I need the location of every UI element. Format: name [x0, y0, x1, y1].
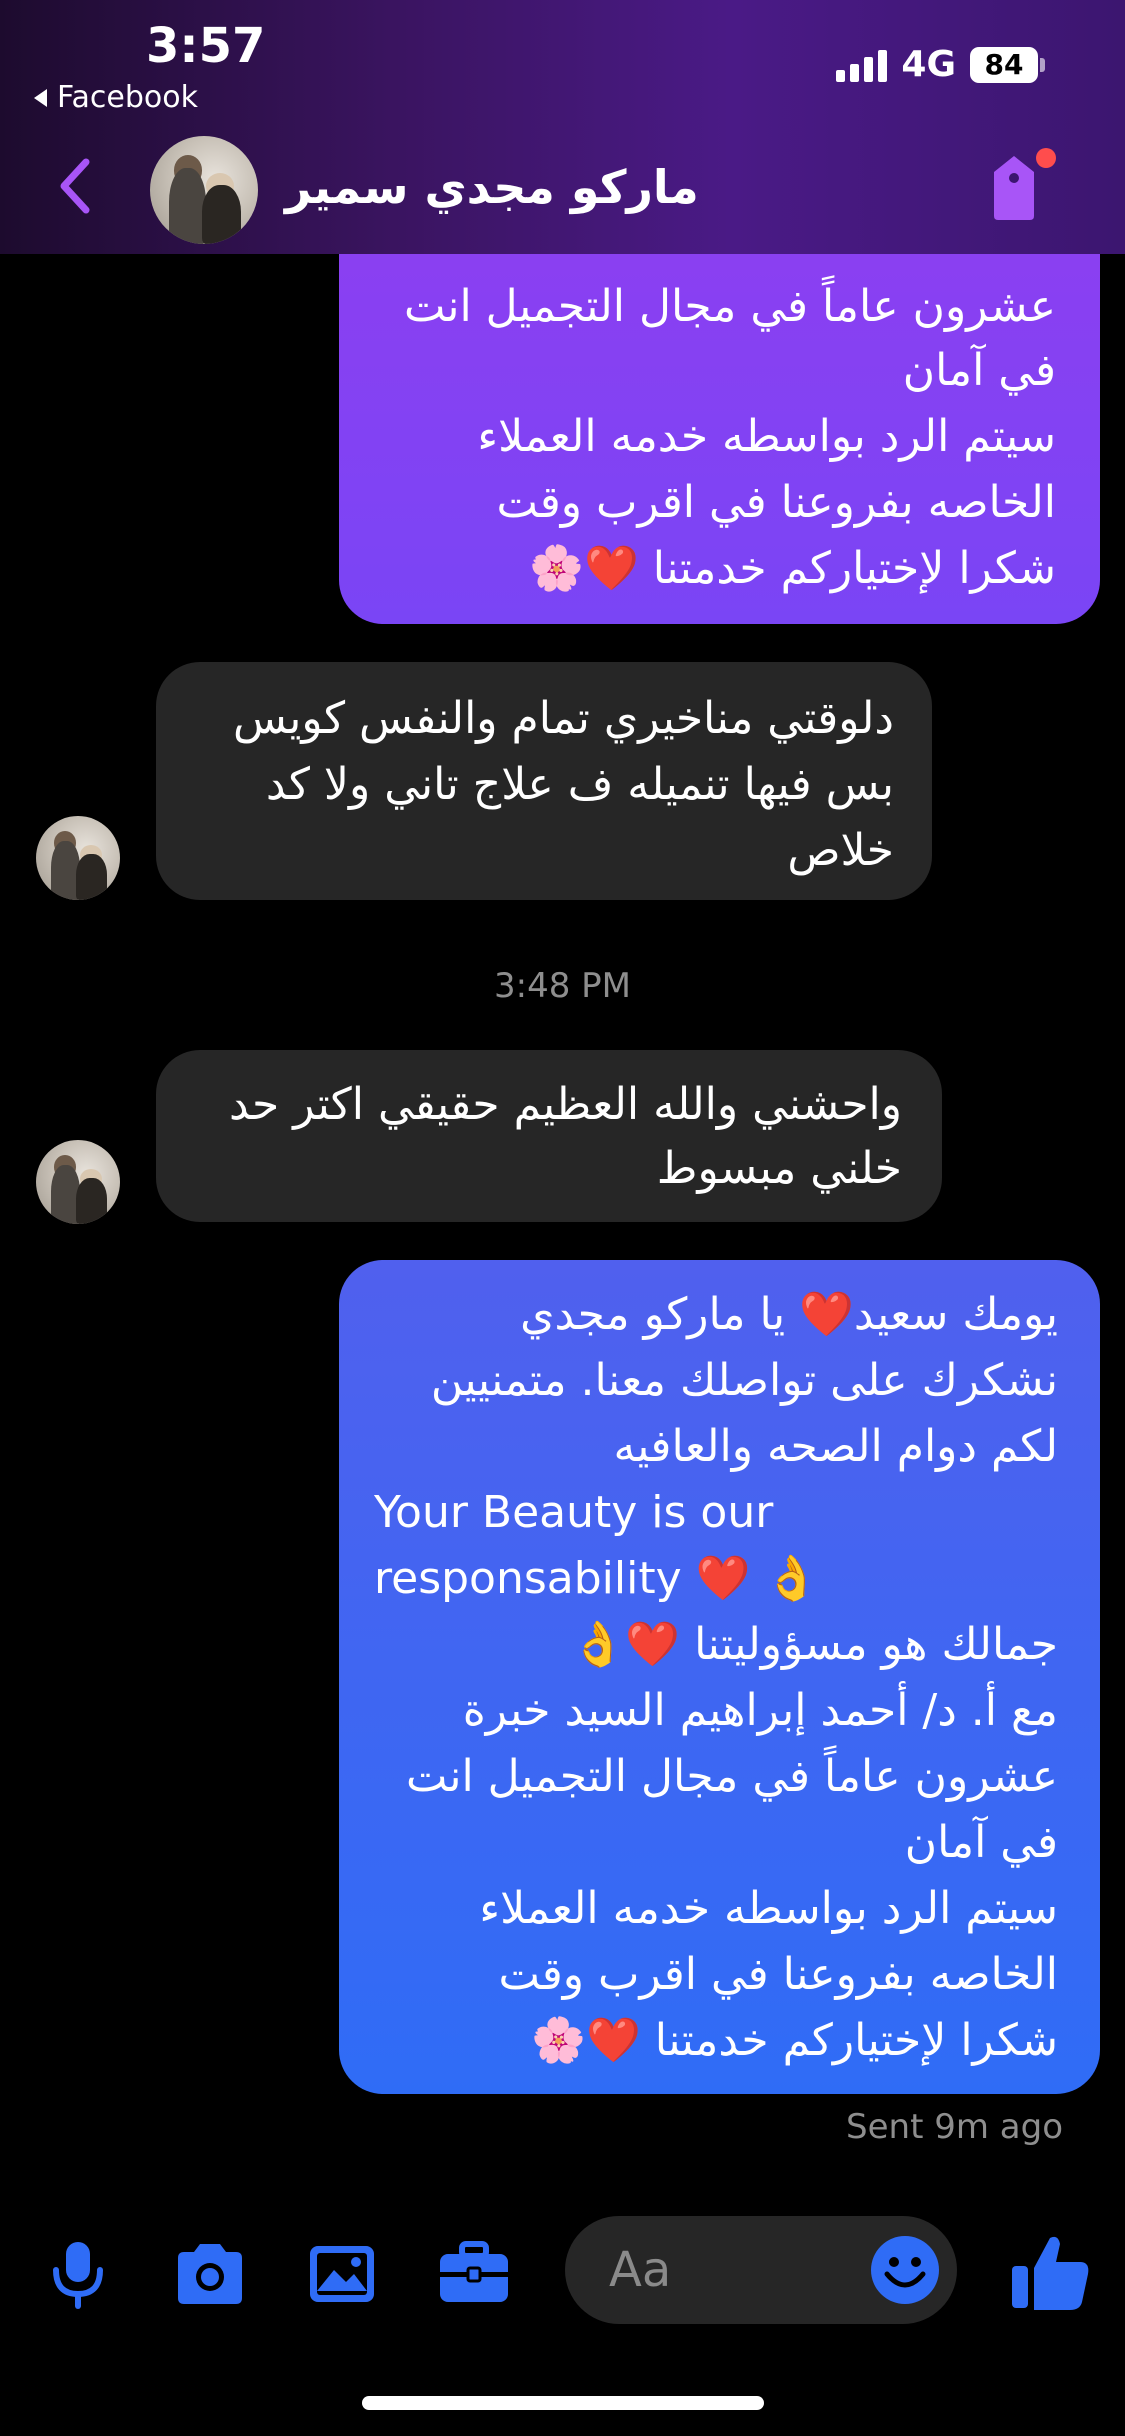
battery-level: 84: [970, 46, 1038, 83]
message-input-placeholder: Aa: [609, 2242, 672, 2298]
message-line: سيتم الرد بواسطه خدمه العملاء: [479, 1883, 1058, 1934]
message-line: في آمان: [904, 1817, 1058, 1868]
message-line: بس فيها تنميله ف علاج تاني ولا كد: [265, 759, 894, 810]
message-line: responsability ❤️ 👌: [374, 1553, 820, 1604]
message-line: Your Beauty is our: [374, 1487, 774, 1538]
message-line: في آمان: [902, 345, 1056, 396]
message-line: عشرون عاماً في مجال التجميل انت: [404, 281, 1056, 332]
message-line: سيتم الرد بواسطه خدمه العملاء: [477, 411, 1056, 462]
sent-status: Sent 9m ago: [846, 2107, 1063, 2147]
message-line: الخاصه بفروعنا في اقرب وقت: [496, 477, 1056, 528]
tag-icon[interactable]: [980, 146, 1060, 226]
image-icon[interactable]: [304, 2236, 380, 2312]
message-line: شكرا لإختياركم خدمتنا ❤️🌸: [529, 543, 1056, 594]
conversation-header: 3:57 Facebook 4G 84 ماركو مجدي سمير: [0, 0, 1125, 254]
network-type: 4G: [901, 44, 956, 85]
contact-avatar[interactable]: [36, 1140, 120, 1224]
message-line: نشكرك على تواصلك معنا. متمنيين: [430, 1355, 1058, 1406]
briefcase-icon[interactable]: [436, 2236, 512, 2312]
message-input[interactable]: Aa: [565, 2216, 957, 2324]
message-line: الخاصه بفروعنا في اقرب وقت: [498, 1949, 1058, 2000]
emoji-icon[interactable]: [869, 2234, 941, 2306]
message-line: جمالك هو مسؤوليتنا ❤️👌: [570, 1619, 1058, 1670]
message-line: خلاص: [787, 825, 894, 876]
contact-avatar[interactable]: [36, 816, 120, 900]
messenger-chat-screen: عشرون عاماً في مجال التجميل انت في آمان …: [0, 0, 1125, 2436]
message-line: واحشني والله العظيم حقيقي اكتر حد: [228, 1079, 902, 1130]
contact-avatar[interactable]: [150, 136, 258, 244]
status-time: 3:57: [146, 18, 266, 74]
contact-name[interactable]: ماركو مجدي سمير: [285, 160, 699, 214]
message-line: شكرا لإختياركم خدمتنا ❤️🌸: [531, 2015, 1058, 2066]
message-line: خلني مبسوط: [656, 1143, 902, 1194]
home-indicator: [362, 2396, 764, 2410]
message-line: مع أ. د/ أحمد إبراهيم السيد خبرة: [462, 1685, 1058, 1736]
camera-icon[interactable]: [172, 2236, 248, 2312]
back-to-app-link[interactable]: Facebook: [34, 80, 198, 115]
back-triangle-icon: [34, 88, 47, 107]
back-arrow-icon[interactable]: [56, 156, 92, 216]
message-line: دلوقتي مناخيري تمام والنفس كويس: [233, 693, 894, 744]
message-line: عشرون عاماً في مجال التجميل انت: [406, 1751, 1058, 1802]
battery-icon: 84: [970, 46, 1045, 83]
back-app-label: Facebook: [57, 80, 198, 115]
message-line: يومك سعيد❤️ يا ماركو مجدي: [520, 1289, 1058, 1340]
message-timestamp: 3:48 PM: [494, 966, 631, 1006]
thumbs-up-icon[interactable]: [1006, 2228, 1094, 2316]
signal-strength-icon: [836, 48, 888, 82]
microphone-icon[interactable]: [40, 2236, 116, 2312]
message-line: لكم دوام الصحه والعافيه: [613, 1421, 1058, 1472]
status-indicators: 4G 84: [836, 44, 1045, 85]
